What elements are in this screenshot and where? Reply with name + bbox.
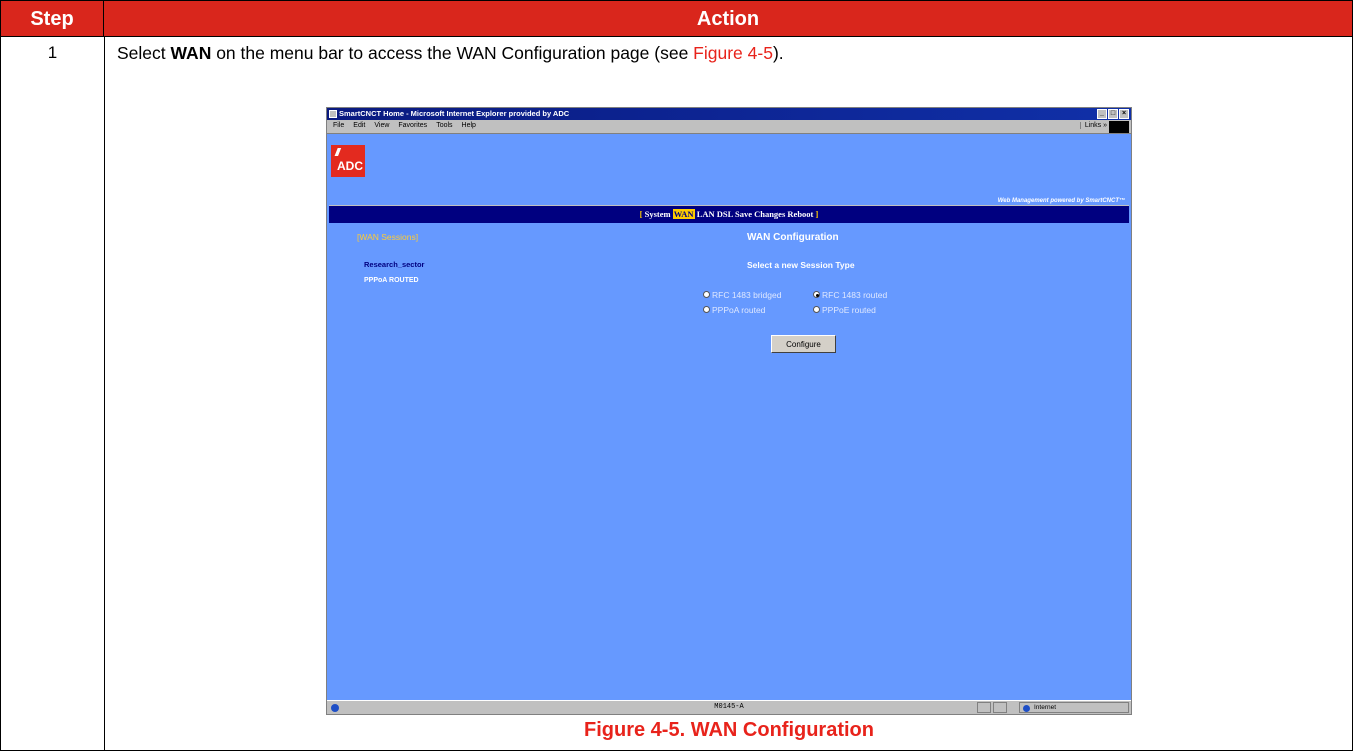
browser-menu-favorites[interactable]: Favorites	[398, 122, 427, 129]
session-type-label: PPPoA ROUTED	[364, 277, 419, 284]
nav-item-wan[interactable]: WAN	[672, 209, 695, 219]
session-name-link[interactable]: Research_sector	[364, 260, 424, 269]
session-type-radio-group: RFC 1483 bridged RFC 1483 routed PPPoA rou…	[703, 287, 923, 317]
close-icon[interactable]: ×	[1119, 109, 1129, 119]
windows-logo-icon	[1109, 121, 1129, 133]
menu-items: File Edit View Favorites Tools Help	[333, 122, 476, 129]
nav-item-reboot[interactable]: Reboot	[787, 209, 813, 219]
browser-menu-tools[interactable]: Tools	[436, 122, 452, 129]
maximize-icon[interactable]: □	[1108, 109, 1118, 119]
session-type-radio-pppoa-routed[interactable]: PPPoA routed	[703, 305, 813, 315]
radio-label: RFC 1483 bridged	[712, 289, 782, 300]
adc-logo: /// ADC	[331, 145, 365, 177]
radio-dot-icon[interactable]	[703, 291, 710, 298]
browser-menu-help[interactable]: Help	[462, 122, 476, 129]
radio-dot-icon[interactable]	[813, 306, 820, 313]
session-type-radio-rfc-1483-bridged[interactable]: RFC 1483 bridged	[703, 290, 813, 300]
browser-menu-view[interactable]: View	[374, 122, 389, 129]
browser-statusbar: M0145-A Internet	[327, 700, 1131, 714]
instruction-bold: WAN	[170, 43, 212, 63]
configure-button[interactable]: Configure	[771, 335, 836, 353]
table-header: Step Action	[1, 1, 1352, 37]
session-type-heading: Select a new Session Type	[747, 260, 855, 270]
window-controls: _ □ ×	[1097, 109, 1129, 119]
radio-label: PPPoE routed	[822, 304, 876, 315]
radio-dot-icon[interactable]	[813, 291, 820, 298]
nav-menu: [ System WAN LAN DSL Save Changes Reboot…	[329, 209, 1129, 219]
logo-text: ADC	[337, 159, 363, 173]
session-type-radio-pppoe-routed[interactable]: PPPoE routed	[813, 305, 923, 315]
figure-reference-link[interactable]: Figure 4-5	[693, 43, 773, 63]
instruction-post: ).	[772, 43, 784, 63]
minimize-icon[interactable]: _	[1097, 109, 1107, 119]
browser-titlebar: SmartCNCT Home - Microsoft Internet Expl…	[327, 108, 1131, 120]
session-type-radio-rfc-1483-routed[interactable]: RFC 1483 routed	[813, 290, 923, 300]
nav-item-lan[interactable]: LAN	[697, 209, 715, 219]
ie-app-icon	[329, 110, 337, 118]
nav-bar: [ System WAN LAN DSL Save Changes Reboot…	[329, 205, 1129, 223]
column-divider	[104, 37, 105, 751]
internet-zone: Internet	[1019, 702, 1129, 713]
nav-item-save-changes[interactable]: Save Changes	[735, 209, 785, 219]
step-instruction: Select WAN on the menu bar to access the…	[117, 43, 784, 64]
browser-menubar: File Edit View Favorites Tools Help Links »	[327, 120, 1131, 134]
window-title: SmartCNCT Home - Microsoft Internet Expl…	[339, 109, 570, 118]
status-pane	[993, 702, 1007, 713]
radio-label: PPPoA routed	[712, 304, 766, 315]
nav-item-dsl[interactable]: DSL	[717, 209, 733, 219]
header-step: Step	[1, 1, 104, 37]
browser-screenshot: SmartCNCT Home - Microsoft Internet Expl…	[326, 107, 1132, 715]
radio-row: PPPoA routed PPPoE routed	[703, 302, 923, 317]
status-pane	[977, 702, 991, 713]
instruction-mid: on the menu bar to access the WAN Config…	[211, 43, 694, 63]
page-title: WAN Configuration	[747, 232, 839, 243]
nav-item-system[interactable]: System	[645, 209, 671, 219]
radio-dot-icon[interactable]	[703, 306, 710, 313]
nav-close-bracket: ]	[813, 209, 819, 219]
powered-by-text: Web Management powered by SmartCNCT™	[997, 198, 1125, 204]
wan-sessions-link[interactable]: [WAN Sessions]	[357, 232, 418, 242]
links-button[interactable]: Links »	[1079, 122, 1107, 129]
logo-slashes: ///	[335, 147, 340, 159]
instruction-pre: Select	[117, 43, 171, 63]
figure-code: M0145-A	[714, 703, 744, 711]
step-number: 1	[47, 43, 58, 62]
browser-menu-edit[interactable]: Edit	[353, 122, 365, 129]
figure-caption: Figure 4-5. WAN Configuration	[584, 719, 874, 741]
radio-label: RFC 1483 routed	[822, 289, 888, 300]
browser-menu-file[interactable]: File	[333, 122, 344, 129]
header-action: Action	[696, 7, 760, 30]
procedure-table: Step Action 1 Select WAN on the menu bar…	[0, 0, 1353, 751]
web-page: /// ADC Web Management powered by SmartC…	[327, 135, 1131, 702]
radio-row: RFC 1483 bridged RFC 1483 routed	[703, 287, 923, 302]
